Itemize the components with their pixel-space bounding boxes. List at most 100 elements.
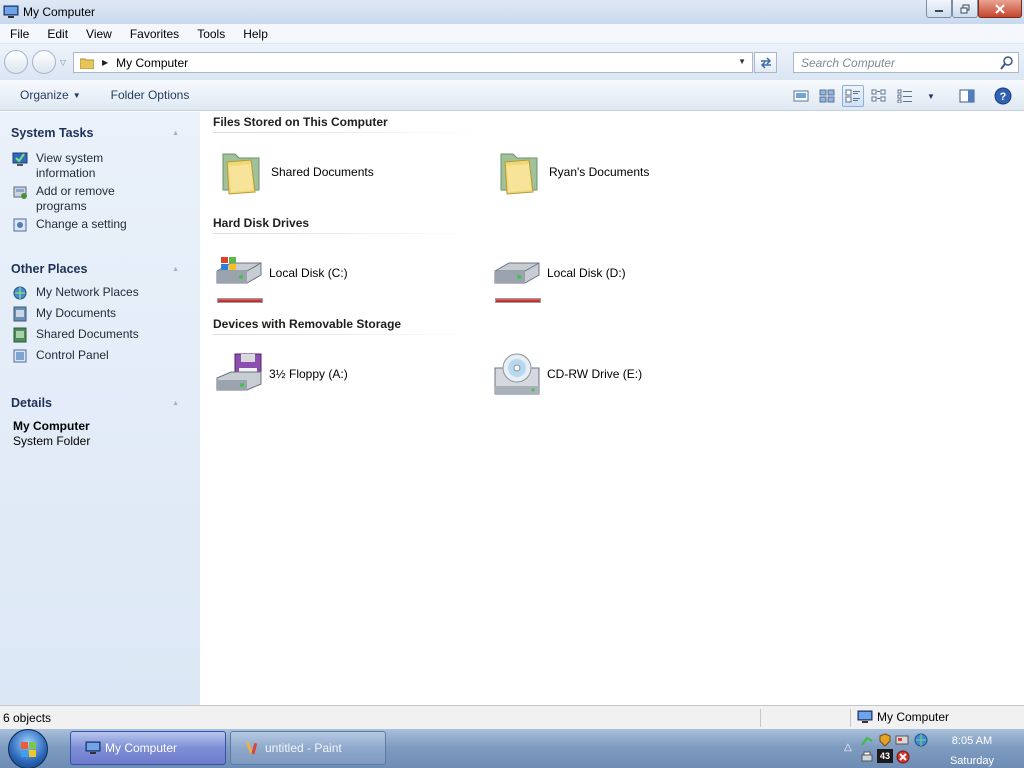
network-activity-icon[interactable]	[895, 733, 909, 747]
other-places-header[interactable]: Other Places ▲	[0, 259, 200, 279]
hard-disk-icon	[494, 262, 540, 284]
paint-icon	[246, 741, 258, 755]
address-field[interactable]: ▶ My Computer ▼	[73, 52, 753, 73]
minimize-button[interactable]	[926, 0, 952, 18]
search-box[interactable]	[793, 52, 1019, 73]
thumbnails-view-icon[interactable]	[816, 85, 838, 107]
task-label: Add or remove programs	[36, 184, 115, 213]
start-button[interactable]	[8, 729, 48, 768]
refresh-button[interactable]	[754, 52, 777, 73]
details-title: Details	[11, 396, 52, 410]
taskbar-item-paint[interactable]: untitled - Paint	[230, 731, 386, 765]
security-shield-icon[interactable]	[878, 733, 892, 747]
status-divider	[760, 709, 761, 727]
organize-button[interactable]: Organize ▼	[0, 88, 91, 102]
item-shared-documents[interactable]: Shared Documents	[217, 148, 374, 196]
list-view-icon[interactable]	[894, 85, 916, 107]
command-bar: Organize ▼ Folder Options ▼ ?	[0, 80, 1024, 111]
menu-bar: File Edit View Favorites Tools Help	[0, 24, 1024, 44]
menu-tools[interactable]: Tools	[187, 27, 233, 41]
control-panel-icon	[13, 349, 27, 363]
clock-time: 8:05 AM	[951, 735, 993, 747]
close-button[interactable]	[978, 0, 1022, 18]
folder-options-button[interactable]: Folder Options	[91, 88, 200, 102]
group-divider	[213, 132, 487, 133]
clock[interactable]: 8:05 AM Saturday	[950, 731, 994, 768]
menu-file[interactable]: File	[0, 27, 37, 41]
back-button[interactable]	[4, 50, 28, 74]
globe-icon[interactable]	[914, 733, 928, 747]
details-header[interactable]: Details ▲	[0, 393, 200, 413]
other-places-title: Other Places	[11, 262, 88, 276]
task-change-a-setting[interactable]: Change a setting	[0, 217, 200, 233]
task-add-remove-programs[interactable]: Add or remove programs	[0, 184, 200, 214]
filmstrip-view-icon[interactable]	[790, 85, 812, 107]
details-type: System Folder	[13, 434, 91, 448]
my-computer-icon	[3, 5, 19, 18]
item-cd-rw-e[interactable]: CD-RW Drive (E:)	[493, 350, 642, 398]
collapse-icon[interactable]: ▲	[172, 266, 179, 273]
help-icon[interactable]: ?	[992, 85, 1014, 107]
item-label: CD-RW Drive (E:)	[547, 367, 643, 381]
tray-badge[interactable]: 43	[877, 749, 893, 763]
search-icon[interactable]	[1000, 56, 1014, 70]
views-dropdown-icon[interactable]: ▼	[920, 85, 942, 107]
maximize-button[interactable]	[952, 0, 978, 18]
item-floppy-a[interactable]: 3½ Floppy (A:)	[215, 350, 348, 398]
place-label: My Network Places	[36, 285, 139, 299]
menu-edit[interactable]: Edit	[37, 27, 76, 41]
chevron-down-icon: ▼	[72, 90, 81, 100]
printer-icon[interactable]	[860, 750, 874, 764]
preview-pane-icon[interactable]	[956, 85, 978, 107]
place-my-documents[interactable]: My Documents	[0, 306, 200, 322]
menu-help[interactable]: Help	[233, 27, 276, 41]
taskbar-item-label: My Computer	[105, 741, 178, 755]
folder-icon	[80, 58, 94, 69]
breadcrumb[interactable]: My Computer	[116, 56, 188, 70]
clock-day: Saturday	[949, 755, 994, 767]
recent-pages-dropdown[interactable]: ▽	[58, 57, 68, 67]
item-local-disk-c[interactable]: Local Disk (C:)	[215, 249, 348, 303]
collapse-icon[interactable]: ▲	[172, 130, 179, 137]
object-count: 6 objects	[3, 710, 52, 725]
task-label: View system information	[36, 151, 104, 180]
item-label: 3½ Floppy (A:)	[269, 367, 348, 381]
refresh-icon	[760, 56, 771, 69]
taskbar-item-my-computer[interactable]: My Computer	[70, 731, 226, 765]
system-tasks-header[interactable]: System Tasks ▲	[0, 123, 200, 143]
details-name: My Computer	[13, 419, 90, 433]
address-bar: ▽ ▶ My Computer ▼	[0, 44, 1024, 80]
item-local-disk-d[interactable]: Local Disk (D:)	[493, 249, 626, 303]
system-tray: △ 43 8:05 AM Saturday	[838, 729, 1024, 768]
item-label: Local Disk (C:)	[269, 266, 348, 280]
network-tray-icon[interactable]	[860, 733, 874, 747]
organize-label: Organize	[20, 88, 69, 102]
my-computer-icon	[857, 710, 873, 723]
menu-favorites[interactable]: Favorites	[120, 27, 187, 41]
icons-view-icon[interactable]	[868, 85, 890, 107]
task-view-system-information[interactable]: View system information	[0, 151, 200, 181]
svg-text:?: ?	[1000, 91, 1007, 103]
window-title: My Computer	[23, 5, 96, 19]
menu-view[interactable]: View	[76, 27, 120, 41]
place-my-network-places[interactable]: My Network Places	[0, 285, 200, 301]
forward-button[interactable]	[32, 50, 56, 74]
show-hidden-icons-icon[interactable]: △	[844, 742, 858, 756]
place-control-panel[interactable]: Control Panel	[0, 348, 200, 364]
place-label: My Documents	[36, 306, 117, 320]
cd-drive-icon	[494, 353, 540, 395]
group-header-removable: Devices with Removable Storage	[213, 317, 402, 331]
place-shared-documents[interactable]: Shared Documents	[0, 327, 200, 343]
breadcrumb-arrow-icon[interactable]: ▶	[102, 58, 108, 67]
group-divider	[213, 334, 487, 335]
item-ryans-documents[interactable]: Ryan's Documents	[495, 148, 649, 196]
collapse-icon[interactable]: ▲	[172, 400, 179, 407]
taskbar-item-label: untitled - Paint	[265, 741, 342, 755]
tiles-view-icon[interactable]	[842, 85, 864, 107]
error-icon[interactable]	[896, 750, 910, 764]
capacity-bar	[217, 298, 263, 303]
task-pane: System Tasks ▲ View system information A…	[0, 112, 200, 705]
search-input[interactable]	[794, 53, 984, 72]
hard-disk-windows-icon	[216, 257, 262, 284]
address-dropdown-icon[interactable]: ▼	[738, 57, 746, 66]
